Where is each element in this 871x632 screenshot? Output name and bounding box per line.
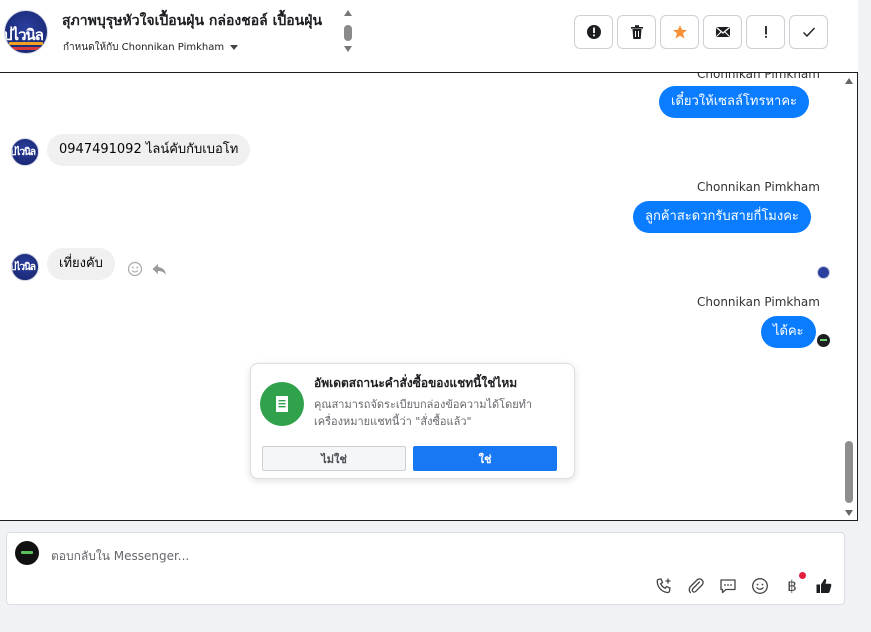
conversation-title: สุภาพบุรุษหัวใจเปื้อนฝุ่น กล่องชอล์ เปื้… (62, 13, 323, 29)
message-thread[interactable]: Chonnikan Pimkham เดี๋ยวให้เซลล์โทรหาคะ … (0, 72, 858, 521)
scroll-thumb[interactable] (344, 25, 352, 41)
scroll-up-icon[interactable] (344, 10, 352, 16)
delete-button[interactable] (617, 15, 656, 49)
order-receipt-icon (260, 382, 304, 426)
notification-dot (799, 572, 806, 579)
reply-input[interactable]: ตอบกลับใน Messenger... (51, 547, 189, 566)
read-receipt-avatar (817, 334, 830, 347)
scroll-thumb[interactable] (845, 441, 853, 503)
assign-dropdown[interactable]: กำหนดให้กับ Chonnikan Pimkham (63, 40, 239, 55)
message-bubble-incoming[interactable]: เที่ยงคับ (47, 248, 115, 280)
seen-avatar (817, 266, 830, 279)
spam-button[interactable] (574, 15, 613, 49)
scroll-down-icon[interactable] (344, 46, 352, 52)
message-bubble-outgoing[interactable]: ลูกค้าสะดวกรับสายกี่โมงคะ (633, 201, 811, 233)
message-actions (127, 261, 167, 277)
customer-avatar[interactable]: ปไวนิล (11, 253, 39, 281)
no-button[interactable]: ไม่ใช่ (262, 446, 406, 471)
follow-up-button[interactable] (746, 15, 785, 49)
checkmark-icon (802, 27, 815, 38)
caret-down-icon (230, 44, 239, 50)
mark-unread-button[interactable] (703, 15, 742, 49)
sender-name: Chonnikan Pimkham (697, 72, 820, 81)
composer-tools: ฿ (654, 572, 834, 596)
page-avatar-small (15, 541, 39, 565)
star-icon (672, 25, 687, 39)
emoji-react-icon[interactable] (127, 261, 143, 277)
paperclip-icon[interactable] (686, 576, 706, 596)
assign-label: กำหนดให้กับ Chonnikan Pimkham (63, 42, 225, 53)
trash-icon (630, 25, 643, 39)
conversation-toolbar (574, 15, 828, 49)
thread-scrollbar[interactable] (843, 75, 855, 519)
prompt-title: อัพเดตสถานะคำสั่งซื้อของแชทนี้ใช่ไหม (314, 376, 518, 390)
saved-reply-icon[interactable] (718, 576, 738, 596)
sender-name: Chonnikan Pimkham (697, 295, 820, 309)
prompt-description: คุณสามารถจัดระเบียบกล่องข้อความได้โดยทำเ… (314, 398, 533, 428)
customer-avatar[interactable]: ปไวนิล (11, 138, 39, 166)
page-avatar[interactable]: ปไวนิล (4, 10, 48, 54)
phone-plus-icon[interactable] (654, 576, 674, 596)
sender-name: Chonnikan Pimkham (697, 180, 820, 194)
yes-button[interactable]: ใช่ (413, 446, 557, 471)
scroll-down-icon[interactable] (845, 510, 853, 516)
exclamation-icon (764, 26, 767, 38)
message-bubble-outgoing[interactable]: เดี๋ยวให้เซลล์โทรหาคะ (659, 86, 810, 118)
thumbs-up-icon[interactable] (814, 576, 834, 596)
title-scrollbar[interactable] (342, 8, 354, 58)
baht-icon[interactable]: ฿ (782, 572, 806, 596)
message-bubble-incoming[interactable]: 0947491092 ไลน์คับกับเบอโท (47, 134, 251, 166)
emoji-icon[interactable] (750, 576, 770, 596)
order-status-prompt: อัพเดตสถานะคำสั่งซื้อของแชทนี้ใช่ไหม คุณ… (250, 363, 575, 479)
conversation-header: ปไวนิล สุภาพบุรุษหัวใจเปื้อนฝุ่น กล่องชอ… (0, 0, 858, 72)
scroll-up-icon[interactable] (845, 78, 853, 84)
message-bubble-outgoing[interactable]: ได้คะ (761, 316, 816, 348)
reply-icon[interactable] (151, 261, 167, 277)
done-button[interactable] (789, 15, 828, 49)
envelope-icon (715, 27, 730, 37)
star-button[interactable] (660, 15, 699, 49)
reply-composer[interactable]: ตอบกลับใน Messenger... ฿ (6, 532, 845, 605)
alert-circle-icon (586, 25, 601, 39)
